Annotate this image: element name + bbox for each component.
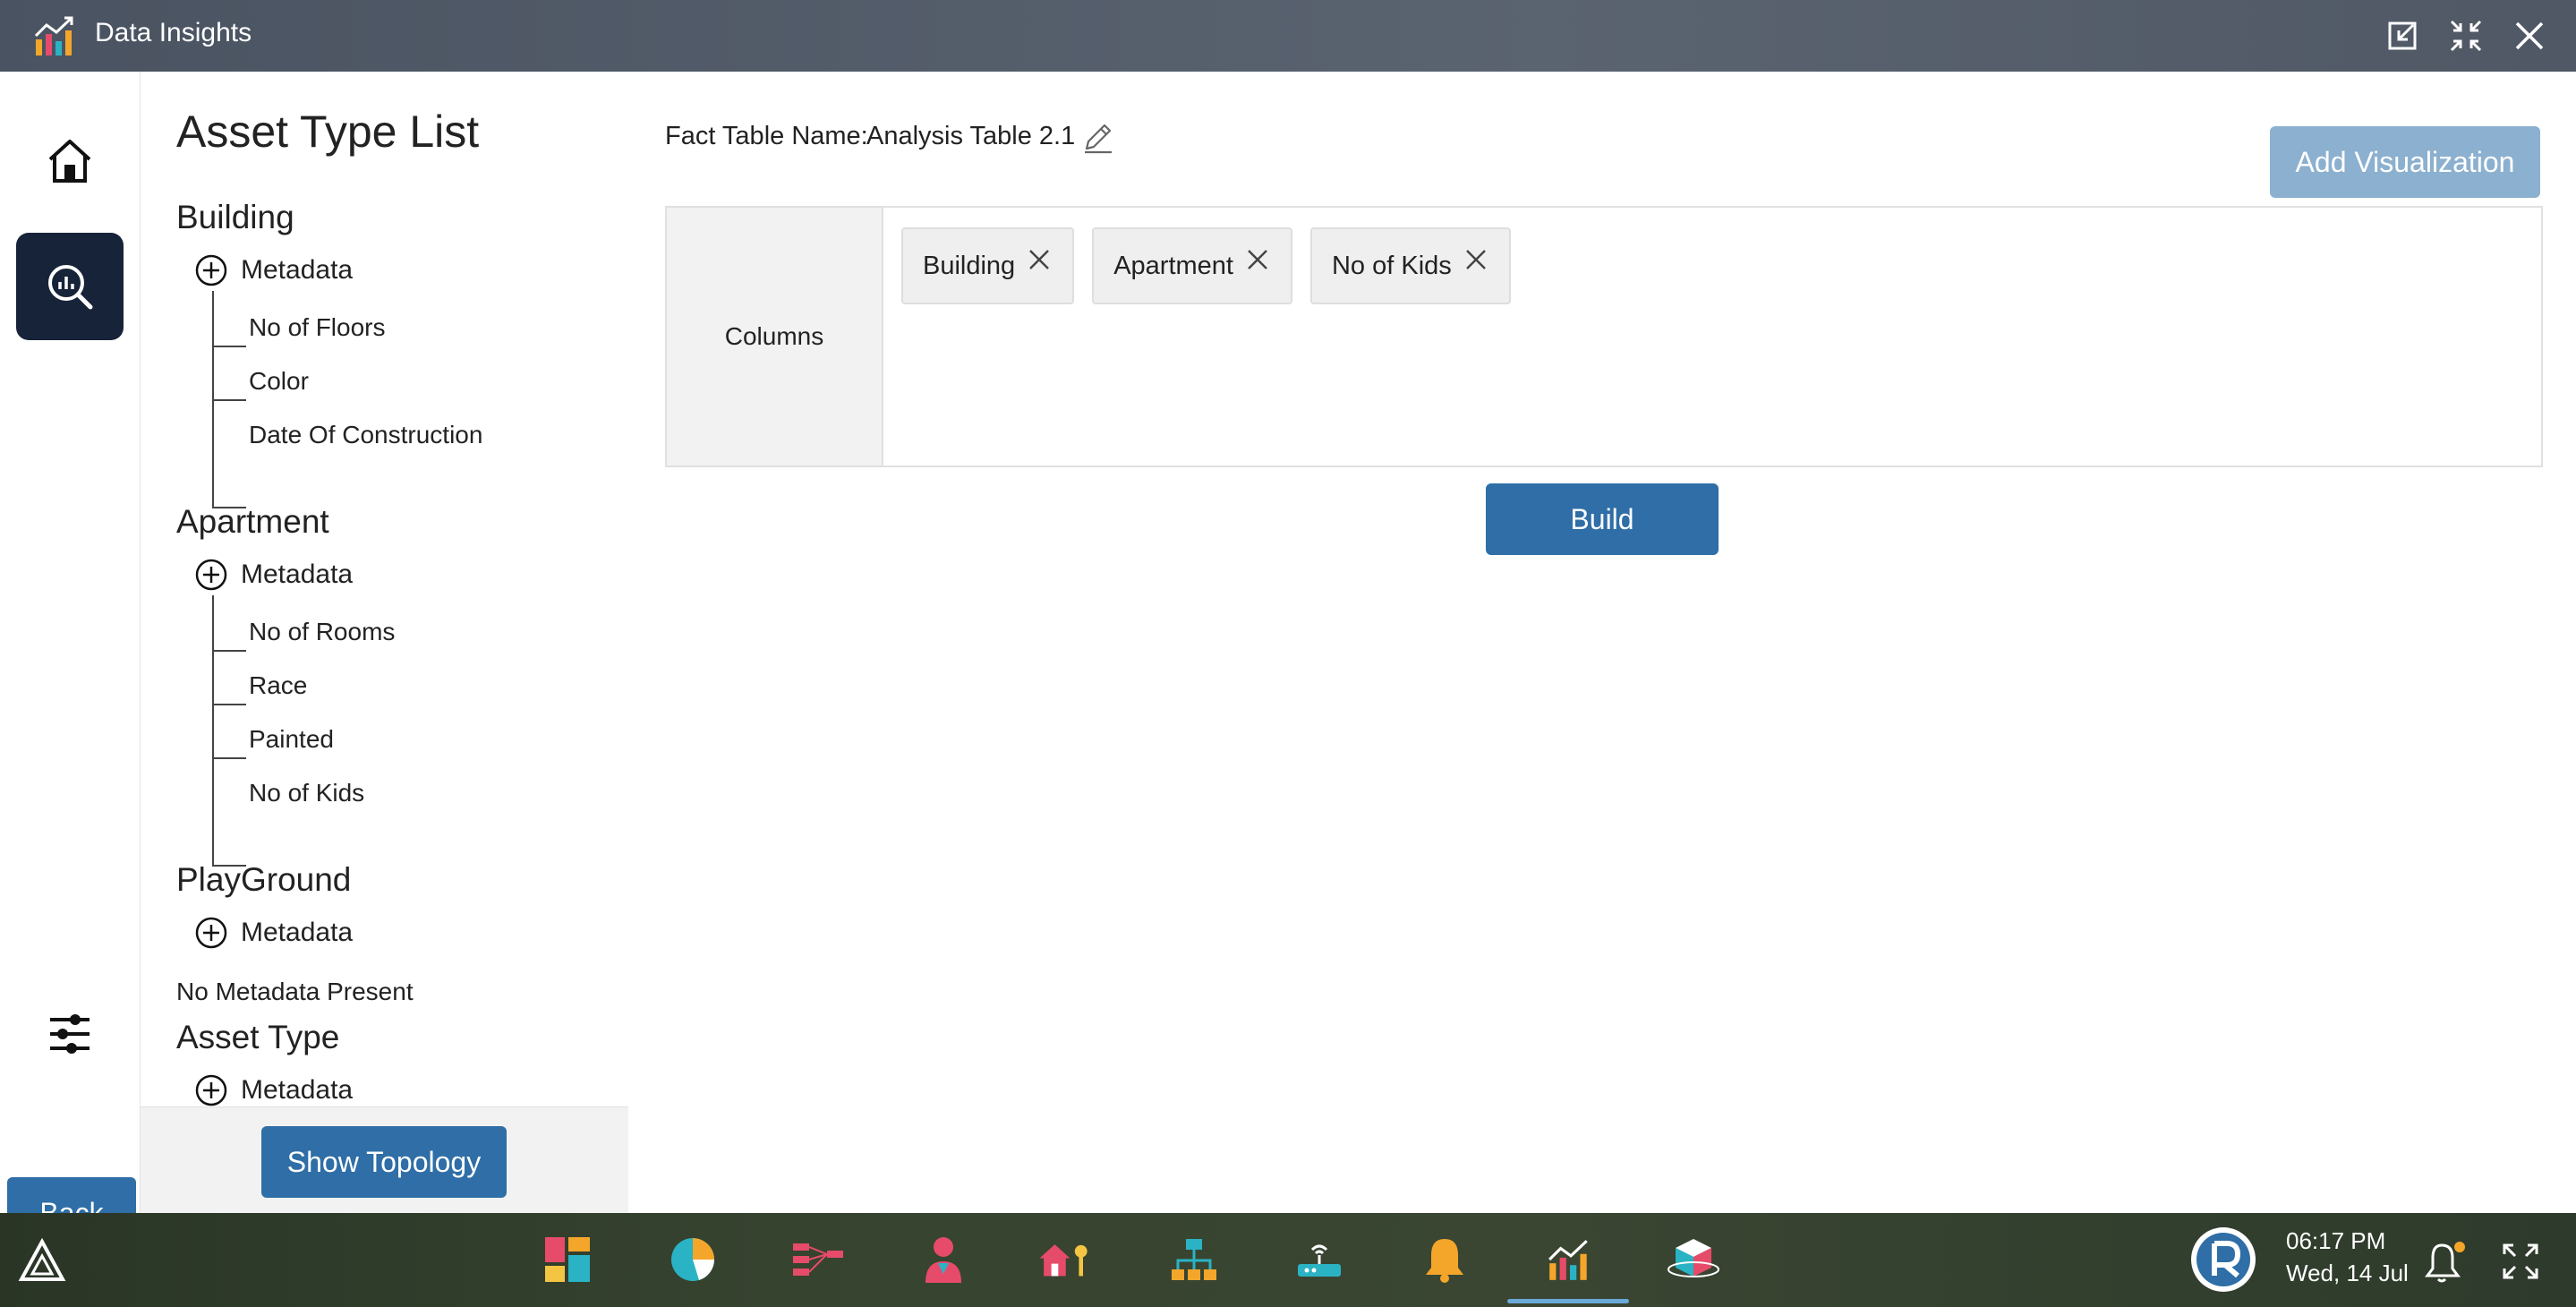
tree-branch: [212, 399, 246, 401]
metadata-toggle-apartment[interactable]: Metadata: [194, 555, 353, 594]
panel-footer: Show Topology: [141, 1106, 628, 1214]
notification-bell-icon[interactable]: [2424, 1240, 2467, 1285]
close-icon[interactable]: [2510, 16, 2549, 56]
metadata-toggle-building[interactable]: Metadata: [194, 251, 353, 290]
launcher-triangle-icon[interactable]: [18, 1238, 66, 1283]
router-app-icon[interactable]: [1292, 1233, 1346, 1286]
pie-chart-app-icon[interactable]: [666, 1233, 720, 1286]
asset-type-panel: Asset Type List Building Metadata No of …: [141, 72, 628, 1214]
cube-app-icon[interactable]: [1667, 1233, 1720, 1286]
chip-remove-icon[interactable]: [1244, 246, 1271, 273]
hierarchy-app-icon[interactable]: [1167, 1233, 1221, 1286]
build-button[interactable]: Build: [1486, 483, 1719, 555]
analytics-search-icon: [48, 265, 93, 310]
window-titlebar: Data Insights: [0, 0, 2576, 72]
tree-branch: [212, 650, 246, 652]
field-item[interactable]: No of Kids: [249, 779, 364, 807]
hierarchy-app-icon: [1172, 1239, 1216, 1280]
chip-label: No of Kids: [1331, 251, 1452, 280]
nav-settings-button[interactable]: [16, 980, 124, 1088]
bell-app-icon[interactable]: [1418, 1233, 1471, 1286]
clock-date: Wed, 14 Jul: [2286, 1260, 2409, 1286]
field-item[interactable]: Painted: [249, 725, 334, 754]
group-title-asset-type: Asset Type: [176, 1019, 340, 1055]
field-item[interactable]: Date Of Construction: [249, 421, 482, 449]
metadata-label: Metadata: [241, 1075, 354, 1105]
add-visualization-button[interactable]: Add Visualization: [2270, 126, 2540, 198]
bell-app-icon: [1426, 1239, 1463, 1283]
data-insights-app-icon[interactable]: [1543, 1233, 1597, 1286]
metadata-toggle-playground[interactable]: Metadata: [194, 913, 353, 952]
field-item[interactable]: No of Rooms: [249, 618, 395, 646]
column-chip-list: Building Apartment No of Kids: [901, 227, 1511, 304]
columns-label: Columns: [667, 208, 883, 466]
plus-circle-icon: [195, 559, 227, 591]
router-app-icon: [1298, 1244, 1341, 1277]
cube-app-icon: [1668, 1239, 1719, 1277]
active-app-indicator: [1507, 1299, 1629, 1303]
plus-circle-icon: [195, 917, 227, 949]
panel-title: Asset Type List: [176, 107, 480, 157]
metadata-label: Metadata: [241, 255, 354, 285]
asset-tree[interactable]: Asset Type List Building Metadata No of …: [141, 72, 628, 1106]
group-title-apartment: Apartment: [176, 503, 329, 540]
tree-line: [212, 595, 214, 866]
chip-remove-icon[interactable]: [1463, 246, 1489, 273]
tree-branch: [212, 704, 246, 705]
fact-table-label: Fact Table Name:: [665, 122, 868, 150]
window-title: Data Insights: [95, 18, 252, 47]
columns-panel: Columns Building Apartment No of Kids: [665, 206, 2543, 467]
fact-table-name: Analysis Table 2.1: [866, 122, 1076, 150]
column-chip: No of Kids: [1309, 227, 1511, 304]
show-topology-button[interactable]: Show Topology: [261, 1126, 507, 1198]
field-item[interactable]: No of Floors: [249, 313, 386, 342]
user-app-icon: [925, 1237, 961, 1283]
user-avatar-logo[interactable]: [2189, 1226, 2257, 1294]
user-app-icon[interactable]: [917, 1233, 970, 1286]
home-key-app-icon: [1039, 1244, 1088, 1277]
group-title-building: Building: [176, 199, 294, 235]
dashboard-app-icon: [545, 1237, 590, 1282]
home-icon: [48, 140, 91, 183]
no-metadata-note: No Metadata Present: [176, 978, 414, 1005]
chip-label: Apartment: [1113, 251, 1233, 280]
pie-chart-app-icon: [671, 1238, 715, 1281]
nav-home-button[interactable]: [16, 107, 124, 215]
fullscreen-icon[interactable]: [2501, 1242, 2540, 1281]
metadata-label: Metadata: [241, 918, 354, 947]
compress-icon[interactable]: [2446, 16, 2486, 56]
field-item[interactable]: Race: [249, 671, 307, 700]
metadata-label: Metadata: [241, 560, 354, 589]
nav-analytics-button[interactable]: [16, 233, 124, 340]
flow-app-icon[interactable]: [791, 1233, 845, 1286]
clock-time: 06:17 PM: [2286, 1227, 2386, 1254]
left-navigation: Back: [0, 72, 141, 1249]
sliders-icon: [50, 1014, 90, 1054]
dashboard-app-icon[interactable]: [541, 1233, 594, 1286]
chip-label: Building: [923, 251, 1016, 280]
metadata-toggle-asset-type[interactable]: Metadata: [194, 1071, 353, 1106]
chip-remove-icon[interactable]: [1026, 246, 1053, 273]
tree-branch: [212, 757, 246, 759]
flow-app-icon: [793, 1243, 843, 1276]
home-key-app-icon[interactable]: [1038, 1233, 1092, 1286]
pencil-edit-icon[interactable]: [1079, 120, 1115, 156]
plus-circle-icon: [195, 1074, 227, 1106]
popout-icon[interactable]: [2383, 16, 2422, 56]
column-chip: Apartment: [1092, 227, 1292, 304]
field-item[interactable]: Color: [249, 367, 309, 396]
data-insights-app-icon: [1548, 1240, 1588, 1280]
column-chip: Building: [901, 227, 1075, 304]
data-insights-icon: [34, 16, 73, 56]
tree-branch: [212, 346, 246, 347]
group-title-playground: PlayGround: [176, 861, 352, 898]
plus-circle-icon: [195, 254, 227, 286]
os-taskbar: 06:17 PM Wed, 14 Jul: [0, 1213, 2576, 1307]
